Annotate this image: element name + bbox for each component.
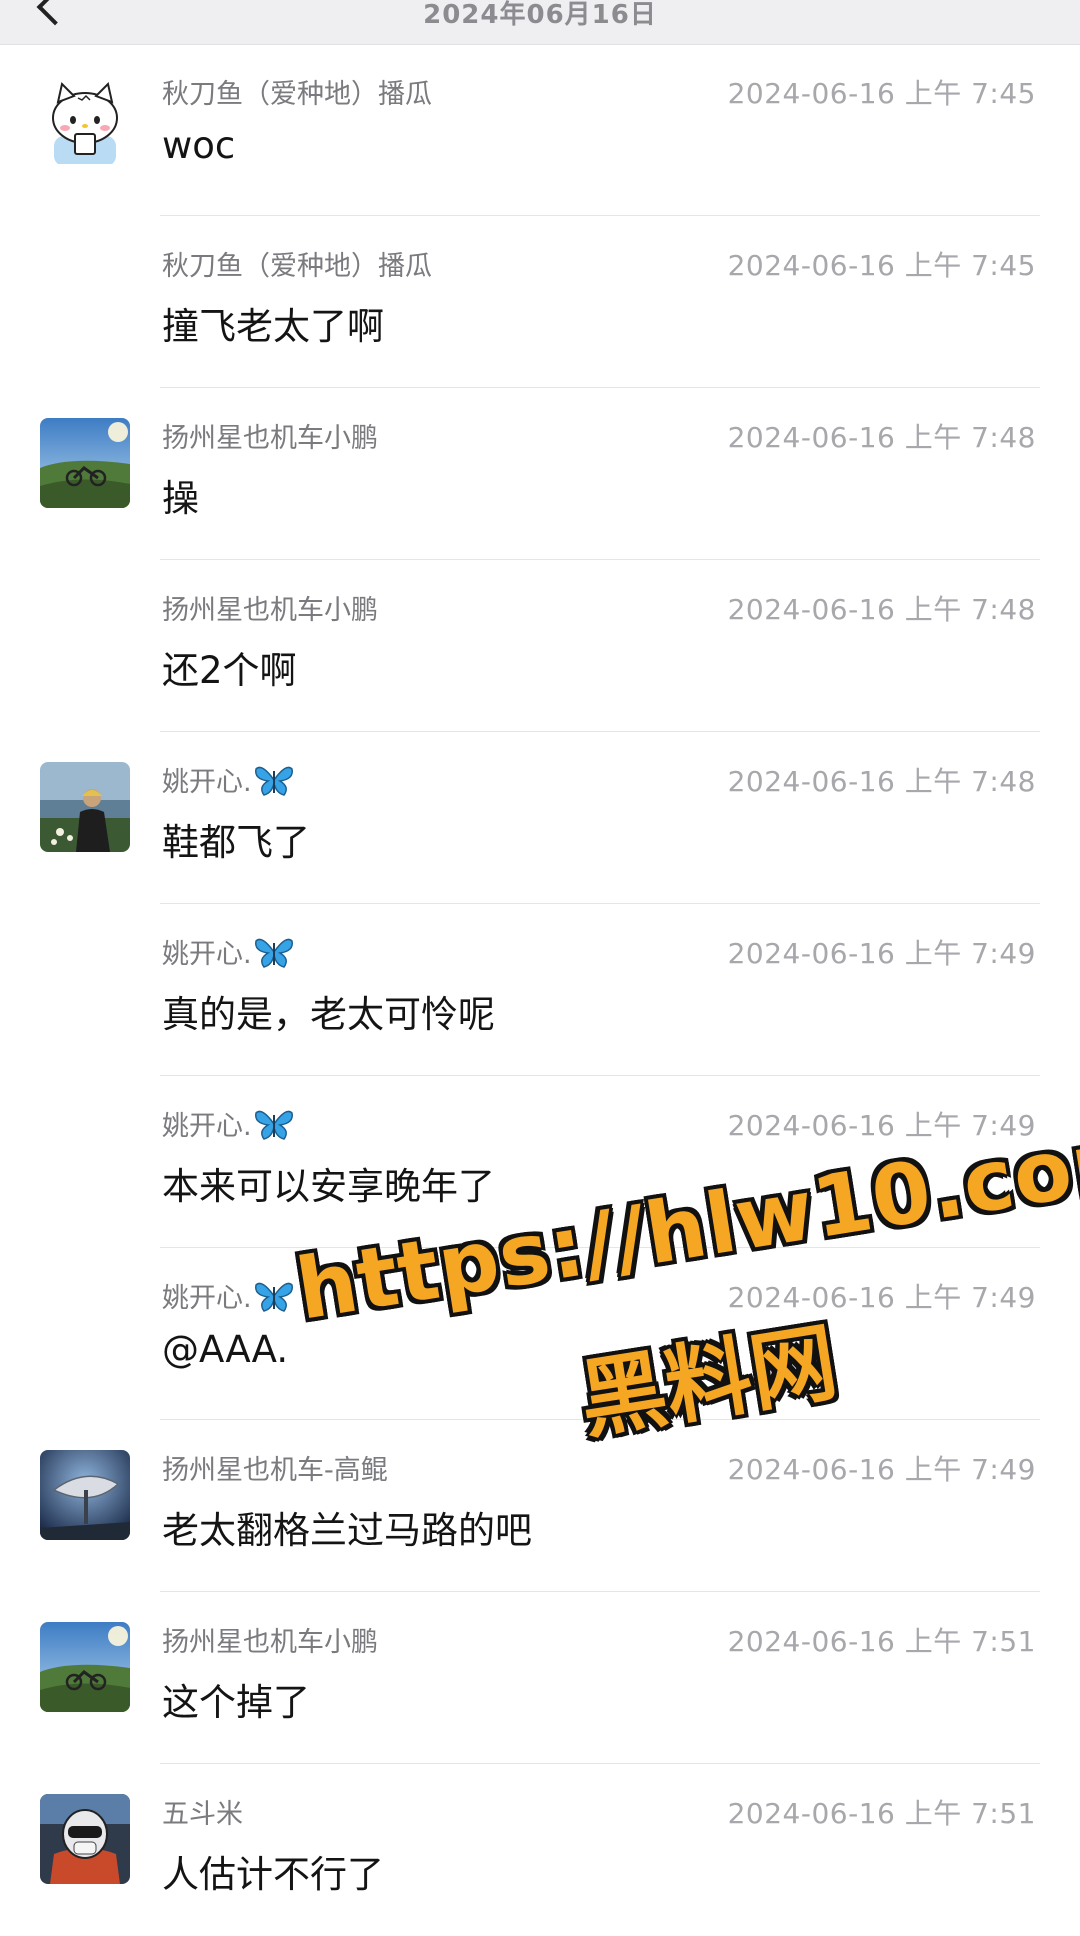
person-seaside-avatar-icon bbox=[40, 762, 130, 852]
avatar[interactable] bbox=[40, 1794, 130, 1884]
message-list[interactable]: 秋刀鱼（爱种地）播瓜 2024-06-16 上午 7:45 woc 秋刀鱼（爱种… bbox=[0, 44, 1080, 1936]
message-text: woc bbox=[162, 124, 236, 167]
message-timestamp: 2024-06-16 上午 7:49 bbox=[727, 1109, 1036, 1142]
sender-name[interactable]: 秋刀鱼（爱种地）播瓜 bbox=[162, 72, 432, 111]
butterfly-emoji-icon bbox=[254, 766, 293, 796]
message-text: 本来可以安享晚年了 bbox=[162, 1165, 495, 1208]
butterfly-emoji-icon bbox=[254, 1110, 293, 1140]
message-row[interactable]: 扬州星也机车小鹏 2024-06-16 上午 7:48 还2个啊 bbox=[0, 560, 1080, 732]
avatar[interactable] bbox=[40, 762, 130, 852]
message-text: 老太翻格兰过马路的吧 bbox=[162, 1509, 532, 1552]
message-row[interactable]: 扬州星也机车-高鲲 2024-06-16 上午 7:49 老太翻格兰过马路的吧 bbox=[0, 1420, 1080, 1592]
message-timestamp: 2024-06-16 上午 7:51 bbox=[727, 1797, 1036, 1830]
message-text: 操 bbox=[162, 477, 199, 520]
message-text: 还2个啊 bbox=[162, 649, 297, 692]
message-row[interactable]: 秋刀鱼（爱种地）播瓜 2024-06-16 上午 7:45 撞飞老太了啊 bbox=[0, 216, 1080, 388]
sender-name[interactable]: 姚开心. bbox=[162, 932, 294, 971]
message-text: @AAA. bbox=[162, 1328, 289, 1371]
sender-name[interactable]: 扬州星也机车小鹏 bbox=[162, 588, 378, 627]
butterfly-emoji-icon bbox=[254, 1282, 293, 1312]
message-row[interactable]: 姚开心. 2024-06-16 上午 7:49 真的是，老太可怜呢 bbox=[0, 904, 1080, 1076]
message-timestamp: 2024-06-16 上午 7:48 bbox=[727, 421, 1036, 454]
avatar[interactable] bbox=[40, 1622, 130, 1712]
message-text: 鞋都飞了 bbox=[162, 821, 310, 864]
sender-name[interactable]: 扬州星也机车小鹏 bbox=[162, 416, 378, 455]
helmet-rider-avatar-icon bbox=[40, 1794, 130, 1884]
sender-name[interactable]: 姚开心. bbox=[162, 1104, 294, 1143]
avatar[interactable] bbox=[40, 1450, 130, 1540]
butterfly-emoji-icon bbox=[254, 938, 293, 968]
message-row[interactable]: 姚开心. 2024-06-16 上午 7:48 鞋都飞了 bbox=[0, 732, 1080, 904]
chat-date-title: 2024年06月16日 bbox=[423, 0, 657, 30]
sender-name[interactable]: 扬州星也机车-高鲲 bbox=[162, 1448, 388, 1487]
message-text: 撞飞老太了啊 bbox=[162, 305, 384, 348]
avatar[interactable] bbox=[40, 74, 130, 164]
message-text: 这个掉了 bbox=[162, 1681, 310, 1724]
message-timestamp: 2024-06-16 上午 7:49 bbox=[727, 1453, 1036, 1486]
message-timestamp: 2024-06-16 上午 7:45 bbox=[727, 249, 1036, 282]
message-timestamp: 2024-06-16 上午 7:51 bbox=[727, 1625, 1036, 1658]
sender-name[interactable]: 秋刀鱼（爱种地）播瓜 bbox=[162, 244, 432, 283]
motorcycle-landscape-avatar-icon bbox=[40, 1622, 130, 1712]
message-timestamp: 2024-06-16 上午 7:48 bbox=[727, 593, 1036, 626]
message-row[interactable]: 姚开心. 2024-06-16 上午 7:49 @AAA. bbox=[0, 1248, 1080, 1420]
sender-name[interactable]: 姚开心. bbox=[162, 760, 294, 799]
message-timestamp: 2024-06-16 上午 7:45 bbox=[727, 77, 1036, 110]
message-timestamp: 2024-06-16 上午 7:49 bbox=[727, 937, 1036, 970]
message-row[interactable]: 姚开心. 2024-06-16 上午 7:49 本来可以安享晚年了 bbox=[0, 1076, 1080, 1248]
message-row[interactable]: 扬州星也机车小鹏 2024-06-16 上午 7:48 操 bbox=[0, 388, 1080, 560]
sender-name[interactable]: 扬州星也机车小鹏 bbox=[162, 1620, 378, 1659]
message-timestamp: 2024-06-16 上午 7:49 bbox=[727, 1281, 1036, 1314]
sender-name[interactable]: 姚开心. bbox=[162, 1276, 294, 1315]
motorcycle-landscape-avatar-icon bbox=[40, 418, 130, 508]
top-bar: 2024年06月16日 bbox=[0, 0, 1080, 45]
message-text: 真的是，老太可怜呢 bbox=[162, 993, 495, 1036]
message-row[interactable]: 五斗米 2024-06-16 上午 7:51 人估计不行了 bbox=[0, 1764, 1080, 1936]
sender-name[interactable]: 五斗米 bbox=[162, 1792, 243, 1831]
message-timestamp: 2024-06-16 上午 7:48 bbox=[727, 765, 1036, 798]
hello-kitty-avatar-icon bbox=[40, 74, 130, 164]
message-row[interactable]: 扬州星也机车小鹏 2024-06-16 上午 7:51 这个掉了 bbox=[0, 1592, 1080, 1764]
avatar[interactable] bbox=[40, 418, 130, 508]
radar-dish-avatar-icon bbox=[40, 1450, 130, 1540]
message-text: 人估计不行了 bbox=[162, 1853, 384, 1896]
message-row[interactable]: 秋刀鱼（爱种地）播瓜 2024-06-16 上午 7:45 woc bbox=[0, 44, 1080, 216]
